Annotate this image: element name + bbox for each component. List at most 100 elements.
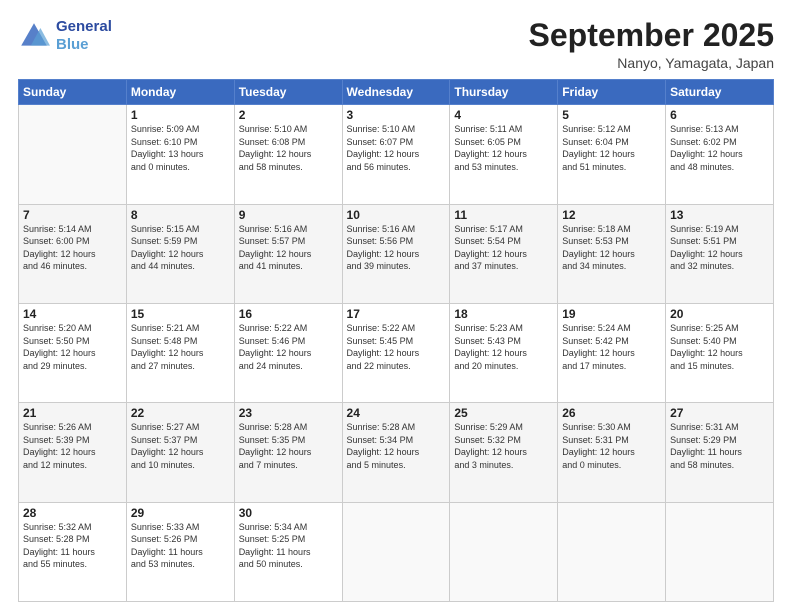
- calendar-cell: 24Sunrise: 5:28 AM Sunset: 5:34 PM Dayli…: [342, 403, 450, 502]
- calendar-cell: [19, 105, 127, 204]
- weekday-header: Monday: [126, 80, 234, 105]
- calendar-cell: 20Sunrise: 5:25 AM Sunset: 5:40 PM Dayli…: [666, 303, 774, 402]
- day-number: 24: [347, 406, 446, 420]
- day-info: Sunrise: 5:30 AM Sunset: 5:31 PM Dayligh…: [562, 421, 661, 471]
- day-number: 16: [239, 307, 338, 321]
- calendar-table: SundayMondayTuesdayWednesdayThursdayFrid…: [18, 79, 774, 602]
- calendar-cell: 7Sunrise: 5:14 AM Sunset: 6:00 PM Daylig…: [19, 204, 127, 303]
- day-number: 30: [239, 506, 338, 520]
- calendar-cell: 25Sunrise: 5:29 AM Sunset: 5:32 PM Dayli…: [450, 403, 558, 502]
- day-info: Sunrise: 5:32 AM Sunset: 5:28 PM Dayligh…: [23, 521, 122, 571]
- day-info: Sunrise: 5:24 AM Sunset: 5:42 PM Dayligh…: [562, 322, 661, 372]
- day-number: 21: [23, 406, 122, 420]
- day-number: 27: [670, 406, 769, 420]
- logo-text: General Blue: [56, 18, 112, 54]
- calendar-cell: 11Sunrise: 5:17 AM Sunset: 5:54 PM Dayli…: [450, 204, 558, 303]
- weekday-header-row: SundayMondayTuesdayWednesdayThursdayFrid…: [19, 80, 774, 105]
- day-number: 6: [670, 108, 769, 122]
- calendar-cell: [558, 502, 666, 601]
- day-number: 26: [562, 406, 661, 420]
- calendar-cell: 18Sunrise: 5:23 AM Sunset: 5:43 PM Dayli…: [450, 303, 558, 402]
- day-number: 14: [23, 307, 122, 321]
- logo-line2: Blue: [56, 36, 112, 54]
- month-title: September 2025: [529, 18, 774, 53]
- location: Nanyo, Yamagata, Japan: [529, 55, 774, 71]
- day-number: 8: [131, 208, 230, 222]
- day-number: 22: [131, 406, 230, 420]
- day-info: Sunrise: 5:09 AM Sunset: 6:10 PM Dayligh…: [131, 123, 230, 173]
- calendar-cell: 19Sunrise: 5:24 AM Sunset: 5:42 PM Dayli…: [558, 303, 666, 402]
- logo-icon: [18, 20, 50, 52]
- day-number: 9: [239, 208, 338, 222]
- calendar-cell: 10Sunrise: 5:16 AM Sunset: 5:56 PM Dayli…: [342, 204, 450, 303]
- day-info: Sunrise: 5:25 AM Sunset: 5:40 PM Dayligh…: [670, 322, 769, 372]
- day-info: Sunrise: 5:16 AM Sunset: 5:57 PM Dayligh…: [239, 223, 338, 273]
- day-info: Sunrise: 5:28 AM Sunset: 5:35 PM Dayligh…: [239, 421, 338, 471]
- calendar-cell: 4Sunrise: 5:11 AM Sunset: 6:05 PM Daylig…: [450, 105, 558, 204]
- weekday-header: Thursday: [450, 80, 558, 105]
- calendar-cell: 28Sunrise: 5:32 AM Sunset: 5:28 PM Dayli…: [19, 502, 127, 601]
- day-number: 3: [347, 108, 446, 122]
- calendar-row: 28Sunrise: 5:32 AM Sunset: 5:28 PM Dayli…: [19, 502, 774, 601]
- calendar-row: 1Sunrise: 5:09 AM Sunset: 6:10 PM Daylig…: [19, 105, 774, 204]
- day-info: Sunrise: 5:22 AM Sunset: 5:46 PM Dayligh…: [239, 322, 338, 372]
- day-info: Sunrise: 5:20 AM Sunset: 5:50 PM Dayligh…: [23, 322, 122, 372]
- day-info: Sunrise: 5:34 AM Sunset: 5:25 PM Dayligh…: [239, 521, 338, 571]
- day-number: 7: [23, 208, 122, 222]
- day-info: Sunrise: 5:13 AM Sunset: 6:02 PM Dayligh…: [670, 123, 769, 173]
- day-info: Sunrise: 5:31 AM Sunset: 5:29 PM Dayligh…: [670, 421, 769, 471]
- calendar-cell: 21Sunrise: 5:26 AM Sunset: 5:39 PM Dayli…: [19, 403, 127, 502]
- weekday-header: Friday: [558, 80, 666, 105]
- day-number: 29: [131, 506, 230, 520]
- day-info: Sunrise: 5:27 AM Sunset: 5:37 PM Dayligh…: [131, 421, 230, 471]
- weekday-header: Saturday: [666, 80, 774, 105]
- calendar-cell: [666, 502, 774, 601]
- weekday-header: Wednesday: [342, 80, 450, 105]
- calendar-cell: 1Sunrise: 5:09 AM Sunset: 6:10 PM Daylig…: [126, 105, 234, 204]
- day-info: Sunrise: 5:23 AM Sunset: 5:43 PM Dayligh…: [454, 322, 553, 372]
- day-number: 19: [562, 307, 661, 321]
- day-info: Sunrise: 5:18 AM Sunset: 5:53 PM Dayligh…: [562, 223, 661, 273]
- day-number: 12: [562, 208, 661, 222]
- header: General Blue September 2025 Nanyo, Yamag…: [18, 18, 774, 71]
- day-number: 5: [562, 108, 661, 122]
- day-info: Sunrise: 5:21 AM Sunset: 5:48 PM Dayligh…: [131, 322, 230, 372]
- day-number: 13: [670, 208, 769, 222]
- calendar-cell: [450, 502, 558, 601]
- day-number: 1: [131, 108, 230, 122]
- calendar-row: 7Sunrise: 5:14 AM Sunset: 6:00 PM Daylig…: [19, 204, 774, 303]
- calendar-cell: 5Sunrise: 5:12 AM Sunset: 6:04 PM Daylig…: [558, 105, 666, 204]
- day-info: Sunrise: 5:12 AM Sunset: 6:04 PM Dayligh…: [562, 123, 661, 173]
- day-info: Sunrise: 5:26 AM Sunset: 5:39 PM Dayligh…: [23, 421, 122, 471]
- day-number: 15: [131, 307, 230, 321]
- day-info: Sunrise: 5:22 AM Sunset: 5:45 PM Dayligh…: [347, 322, 446, 372]
- calendar-cell: 29Sunrise: 5:33 AM Sunset: 5:26 PM Dayli…: [126, 502, 234, 601]
- day-info: Sunrise: 5:28 AM Sunset: 5:34 PM Dayligh…: [347, 421, 446, 471]
- calendar-row: 14Sunrise: 5:20 AM Sunset: 5:50 PM Dayli…: [19, 303, 774, 402]
- calendar-cell: 30Sunrise: 5:34 AM Sunset: 5:25 PM Dayli…: [234, 502, 342, 601]
- calendar-cell: 8Sunrise: 5:15 AM Sunset: 5:59 PM Daylig…: [126, 204, 234, 303]
- calendar-cell: 23Sunrise: 5:28 AM Sunset: 5:35 PM Dayli…: [234, 403, 342, 502]
- day-info: Sunrise: 5:15 AM Sunset: 5:59 PM Dayligh…: [131, 223, 230, 273]
- day-number: 18: [454, 307, 553, 321]
- day-info: Sunrise: 5:10 AM Sunset: 6:07 PM Dayligh…: [347, 123, 446, 173]
- calendar-cell: 14Sunrise: 5:20 AM Sunset: 5:50 PM Dayli…: [19, 303, 127, 402]
- day-info: Sunrise: 5:29 AM Sunset: 5:32 PM Dayligh…: [454, 421, 553, 471]
- day-info: Sunrise: 5:33 AM Sunset: 5:26 PM Dayligh…: [131, 521, 230, 571]
- day-number: 20: [670, 307, 769, 321]
- page: General Blue September 2025 Nanyo, Yamag…: [0, 0, 792, 612]
- calendar-cell: 2Sunrise: 5:10 AM Sunset: 6:08 PM Daylig…: [234, 105, 342, 204]
- day-info: Sunrise: 5:17 AM Sunset: 5:54 PM Dayligh…: [454, 223, 553, 273]
- calendar-cell: 9Sunrise: 5:16 AM Sunset: 5:57 PM Daylig…: [234, 204, 342, 303]
- day-number: 25: [454, 406, 553, 420]
- calendar-cell: 6Sunrise: 5:13 AM Sunset: 6:02 PM Daylig…: [666, 105, 774, 204]
- calendar-row: 21Sunrise: 5:26 AM Sunset: 5:39 PM Dayli…: [19, 403, 774, 502]
- calendar-cell: 13Sunrise: 5:19 AM Sunset: 5:51 PM Dayli…: [666, 204, 774, 303]
- day-number: 2: [239, 108, 338, 122]
- day-number: 23: [239, 406, 338, 420]
- weekday-header: Tuesday: [234, 80, 342, 105]
- day-number: 11: [454, 208, 553, 222]
- calendar-cell: 27Sunrise: 5:31 AM Sunset: 5:29 PM Dayli…: [666, 403, 774, 502]
- day-number: 4: [454, 108, 553, 122]
- calendar-cell: 16Sunrise: 5:22 AM Sunset: 5:46 PM Dayli…: [234, 303, 342, 402]
